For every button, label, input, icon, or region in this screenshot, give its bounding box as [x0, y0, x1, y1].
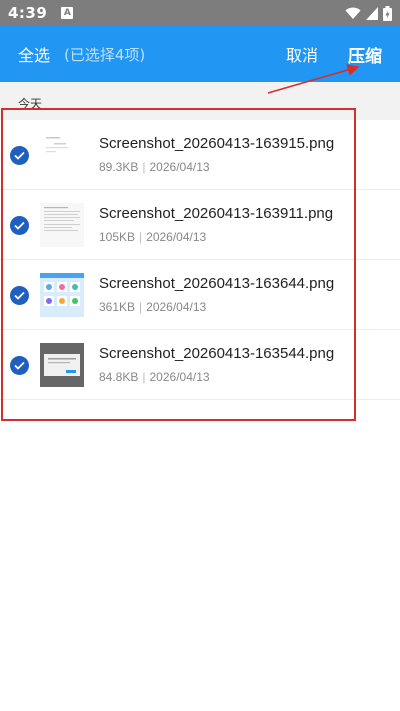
status-icons: [345, 5, 392, 21]
file-meta: 361KB | 2026/04/13: [99, 300, 207, 314]
file-thumbnail: [40, 203, 84, 247]
file-name: Screenshot_20260413-163644.png: [99, 275, 335, 292]
select-all-button[interactable]: 全选: [18, 42, 50, 66]
selection-toolbar: 全选 (已选择4项) 取消 压缩: [0, 26, 400, 82]
file-name: Screenshot_20260413-163544.png: [99, 345, 335, 362]
file-list: Screenshot_20260413-163915.png 89.3KB | 20…: [0, 120, 400, 400]
check-icon: [14, 291, 25, 300]
file-date: 2026/04/13: [149, 160, 210, 174]
check-icon: [14, 151, 25, 160]
compress-button[interactable]: 压缩: [348, 42, 382, 67]
file-row[interactable]: Screenshot_20260413-163915.png 89.3KB | 20…: [0, 120, 400, 190]
file-thumbnail: [40, 273, 84, 317]
status-time: 4:39: [8, 4, 48, 22]
status-bar: 4:39 A: [0, 0, 400, 26]
file-date: 2026/04/13: [149, 370, 210, 384]
file-meta: 89.3KB | 2026/04/13: [99, 160, 210, 174]
check-icon: [14, 361, 25, 370]
wifi-icon: [345, 7, 361, 19]
file-thumbnail: [40, 343, 84, 387]
checkbox-checked[interactable]: [10, 146, 29, 165]
check-icon: [14, 221, 25, 230]
file-row[interactable]: Screenshot_20260413-163911.png 105KB | 202…: [0, 190, 400, 260]
file-name: Screenshot_20260413-163915.png: [99, 135, 335, 152]
file-row[interactable]: Screenshot_20260413-163544.png 84.8KB | 20…: [0, 330, 400, 400]
file-size: 84.8KB: [99, 370, 139, 384]
file-date: 2026/04/13: [146, 300, 207, 314]
battery-icon: [383, 5, 392, 21]
file-meta: 105KB | 2026/04/13: [99, 230, 207, 244]
file-size: 89.3KB: [99, 160, 139, 174]
notification-icon: A: [61, 7, 74, 19]
section-label: 今天: [18, 97, 43, 111]
file-size: 105KB: [99, 230, 136, 244]
signal-icon: [366, 6, 378, 20]
file-size: 361KB: [99, 300, 136, 314]
checkbox-checked[interactable]: [10, 286, 29, 305]
file-row[interactable]: Screenshot_20260413-163644.png 361KB | 202…: [0, 260, 400, 330]
file-date: 2026/04/13: [146, 230, 207, 244]
section-header-today: 今天: [0, 82, 400, 120]
cancel-button[interactable]: 取消: [286, 42, 318, 66]
selected-count-label: (已选择4项): [64, 45, 146, 64]
checkbox-checked[interactable]: [10, 216, 29, 235]
file-meta: 84.8KB | 2026/04/13: [99, 370, 210, 384]
file-name: Screenshot_20260413-163911.png: [99, 205, 334, 222]
checkbox-checked[interactable]: [10, 356, 29, 375]
file-thumbnail: [40, 133, 84, 177]
